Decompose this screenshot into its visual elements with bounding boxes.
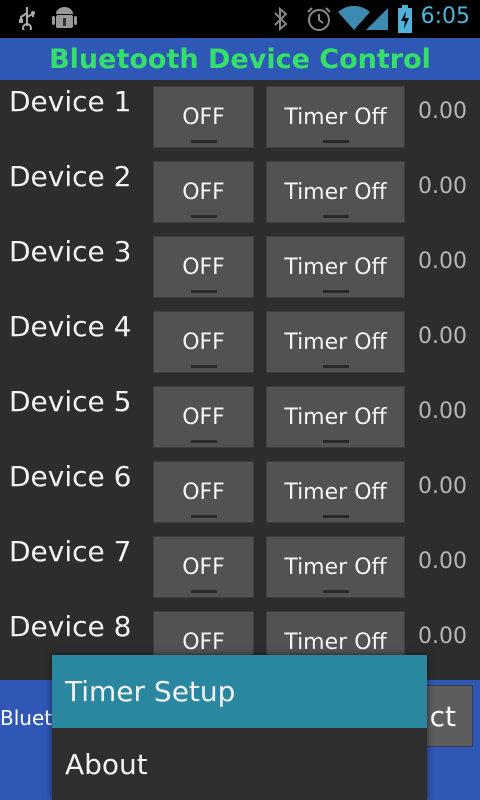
device-2-timer-value: 0.00 [418,174,467,199]
device-4-timer-button[interactable]: Timer Off [266,311,405,373]
device-5-timer-value: 0.00 [418,399,467,424]
device-label: Device 3 [9,235,132,268]
device-7-timer-button[interactable]: Timer Off [266,536,405,598]
device-1-timer-button[interactable]: Timer Off [266,86,405,148]
device-row: Device 1 OFF Timer Off 0.00 [0,81,480,156]
menu-item-about[interactable]: About [52,728,427,800]
device-3-timer-value: 0.00 [418,249,467,274]
device-6-toggle-button[interactable]: OFF [153,461,254,523]
device-7-toggle-button[interactable]: OFF [153,536,254,598]
bluetooth-status-text: Bluet [0,706,53,730]
device-row: Device 2 OFF Timer Off 0.00 [0,156,480,231]
options-menu: Timer Setup About [52,655,427,800]
device-row: Device 7 OFF Timer Off 0.00 [0,531,480,606]
device-7-timer-value: 0.00 [418,549,467,574]
device-4-toggle-button[interactable]: OFF [153,311,254,373]
device-row: Device 3 OFF Timer Off 0.00 [0,231,480,306]
device-label: Device 8 [9,610,132,643]
title-bar: Bluetooth Device Control [0,38,480,80]
device-2-toggle-button[interactable]: OFF [153,161,254,223]
device-1-toggle-button[interactable]: OFF [153,86,254,148]
device-2-timer-button[interactable]: Timer Off [266,161,405,223]
device-label: Device 1 [9,85,132,118]
device-1-timer-value: 0.00 [418,99,467,124]
device-3-toggle-button[interactable]: OFF [153,236,254,298]
device-6-timer-value: 0.00 [418,474,467,499]
device-row: Device 4 OFF Timer Off 0.00 [0,306,480,381]
app-title: Bluetooth Device Control [49,43,431,75]
connect-button-label: ct [429,700,456,733]
device-label: Device 2 [9,160,132,193]
device-3-timer-button[interactable]: Timer Off [266,236,405,298]
device-label: Device 5 [9,385,132,418]
bluetooth-icon [274,6,288,32]
alarm-icon [307,7,331,31]
device-8-timer-value: 0.00 [418,624,467,649]
device-label: Device 6 [9,460,132,493]
android-debug-icon [52,7,77,28]
device-6-timer-button[interactable]: Timer Off [266,461,405,523]
menu-item-label: About [65,747,148,781]
status-time: 6:05 [420,4,470,29]
device-row: Device 5 OFF Timer Off 0.00 [0,381,480,456]
device-4-timer-value: 0.00 [418,324,467,349]
battery-charging-icon [398,5,412,33]
menu-item-label: Timer Setup [65,675,236,708]
signal-icon [366,8,388,30]
device-label: Device 4 [9,310,132,343]
device-label: Device 7 [9,535,132,568]
device-5-toggle-button[interactable]: OFF [153,386,254,448]
device-5-timer-button[interactable]: Timer Off [266,386,405,448]
device-row: Device 6 OFF Timer Off 0.00 [0,456,480,531]
usb-icon [19,7,35,30]
status-bar: 6:05 [0,0,480,38]
menu-item-timer-setup[interactable]: Timer Setup [52,655,427,728]
